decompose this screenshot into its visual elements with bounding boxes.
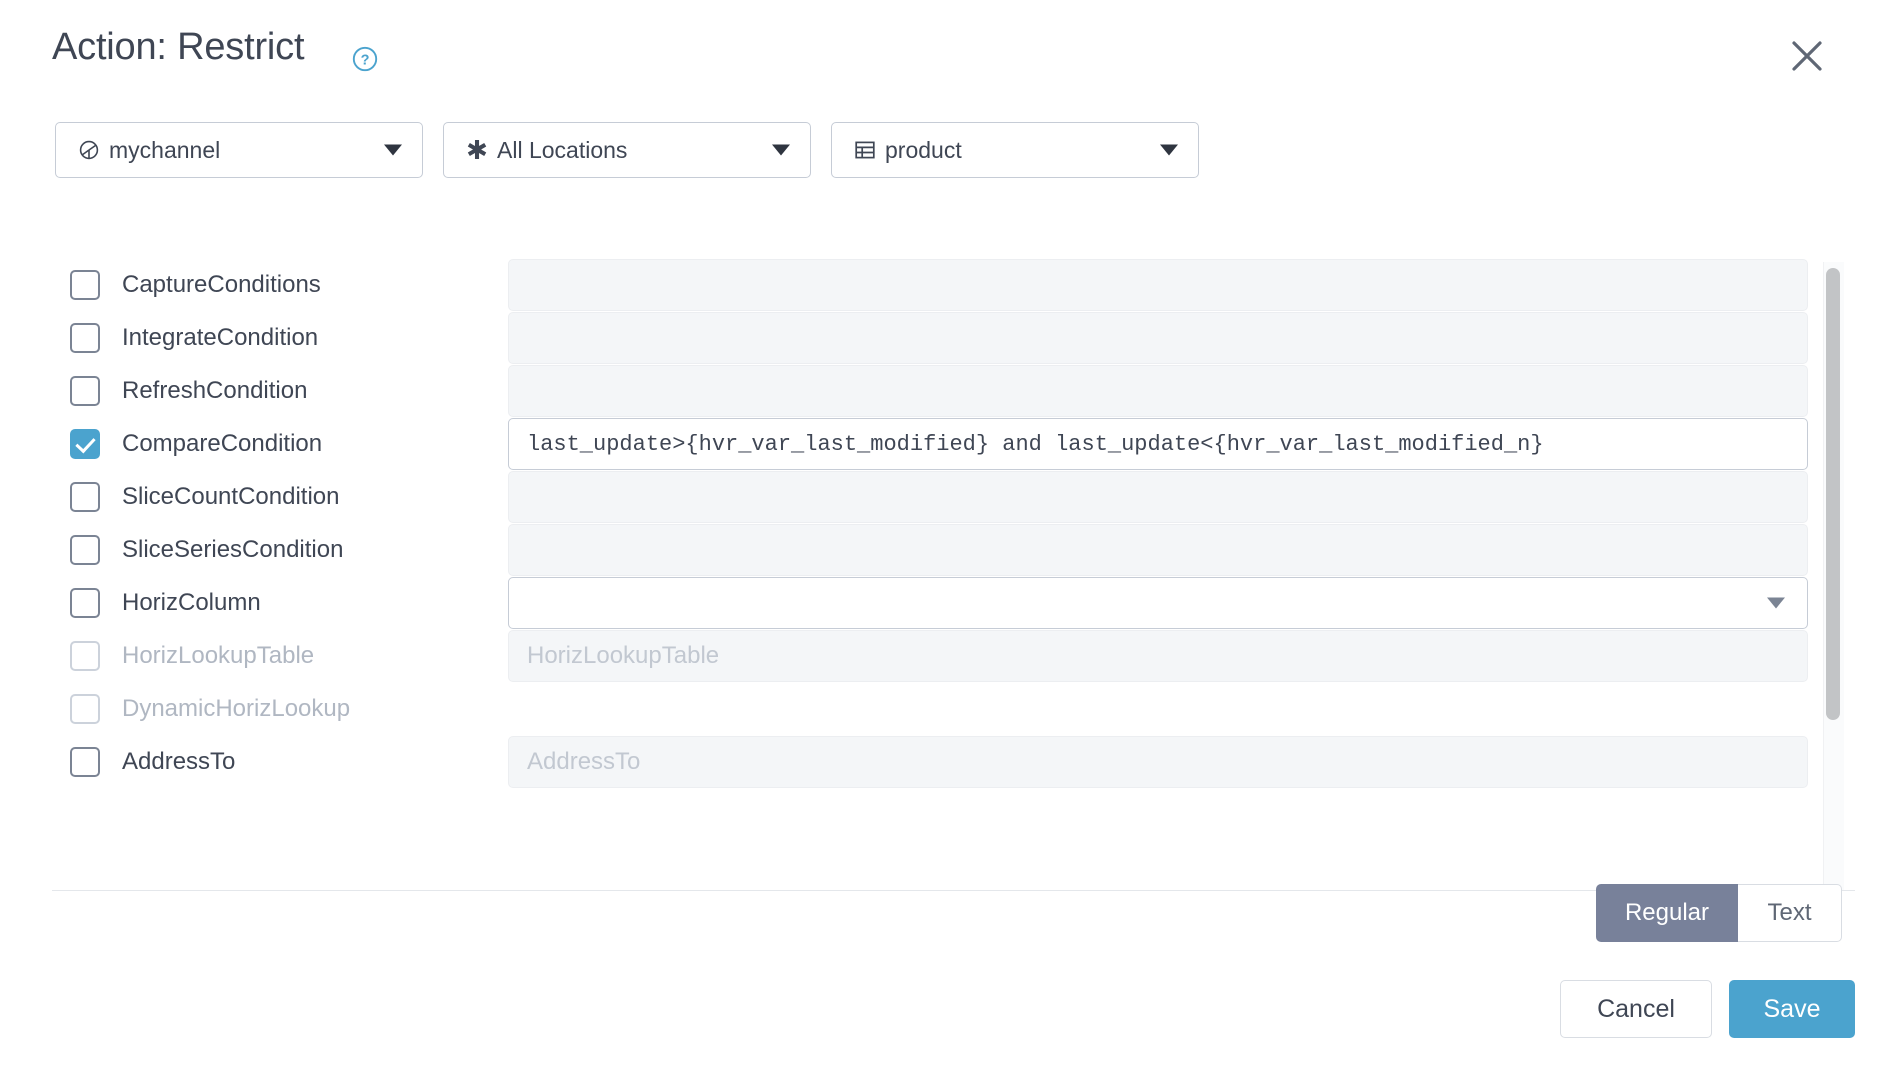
checkbox-RefreshCondition[interactable] — [70, 376, 100, 406]
checkbox-HorizColumn[interactable] — [70, 588, 100, 618]
channel-icon — [78, 139, 100, 161]
parameter-label: IntegrateCondition — [122, 324, 318, 352]
parameter-label: AddressTo — [122, 748, 235, 776]
parameter-row: SliceSeriesCondition — [0, 523, 1904, 577]
checkbox-SliceSeriesCondition[interactable] — [70, 535, 100, 565]
checkbox-SliceCountCondition[interactable] — [70, 482, 100, 512]
page-title: Action: Restrict — [52, 26, 304, 69]
parameter-label: CaptureConditions — [122, 271, 321, 299]
chevron-down-icon — [772, 145, 790, 156]
parameter-input-AddressTo[interactable]: AddressTo — [508, 736, 1808, 788]
table-icon — [854, 139, 876, 161]
parameter-input-placeholder: AddressTo — [527, 748, 640, 776]
chevron-down-icon — [384, 145, 402, 156]
parameter-label: HorizLookupTable — [122, 642, 314, 670]
checkbox-CaptureCondition[interactable] — [70, 270, 100, 300]
mode-toggle: Regular Text — [1596, 884, 1842, 942]
parameter-list-scrollbar-thumb[interactable] — [1826, 268, 1840, 720]
checkbox-IntegrateCondition[interactable] — [70, 323, 100, 353]
mode-text-button[interactable]: Text — [1738, 884, 1842, 942]
checkbox-HorizLookupTable — [70, 641, 100, 671]
cancel-button[interactable]: Cancel — [1560, 980, 1712, 1038]
parameter-input-value: last_update>{hvr_var_last_modified} and … — [527, 432, 1544, 457]
parameter-row: HorizLookupTable HorizLookupTable — [0, 629, 1904, 683]
chevron-down-icon — [1767, 598, 1785, 609]
channel-selector[interactable]: mychannel — [55, 122, 423, 178]
parameter-input-SliceSeriesCondition[interactable] — [508, 524, 1808, 576]
table-selector[interactable]: product — [831, 122, 1199, 178]
parameter-input-placeholder: HorizLookupTable — [527, 642, 719, 670]
dialog-header: Action: Restrict ? — [0, 0, 1904, 96]
parameter-label: CompareCondition — [122, 430, 322, 458]
channel-selector-value: mychannel — [109, 137, 220, 164]
parameter-label: HorizColumn — [122, 589, 261, 617]
parameter-input-RefreshCondition[interactable] — [508, 365, 1808, 417]
parameter-row: CaptureConditions — [0, 258, 1904, 312]
location-selector[interactable]: ✱ All Locations — [443, 122, 811, 178]
parameter-label: SliceCountCondition — [122, 483, 339, 511]
parameter-input-IntegrateCondition[interactable] — [508, 312, 1808, 364]
footer-divider — [52, 890, 1855, 891]
mode-regular-button[interactable]: Regular — [1596, 884, 1738, 942]
parameter-input-HorizColumn[interactable] — [508, 577, 1808, 629]
checkbox-AddressTo[interactable] — [70, 747, 100, 777]
help-circle-icon[interactable]: ? — [352, 46, 378, 72]
parameter-input-CaptureCondition[interactable] — [508, 259, 1808, 311]
table-selector-value: product — [885, 137, 962, 164]
parameter-row: HorizColumn — [0, 576, 1904, 630]
parameter-list: CaptureConditions IntegrateCondition Refre… — [0, 258, 1904, 890]
checkbox-DynamicHorizLookup — [70, 694, 100, 724]
parameter-row: AddressTo AddressTo — [0, 735, 1904, 789]
parameter-row: SliceCountCondition — [0, 470, 1904, 524]
parameter-input-HorizLookupTable: HorizLookupTable — [508, 630, 1808, 682]
parameter-label: RefreshCondition — [122, 377, 307, 405]
parameter-input-CompareCondition[interactable]: last_update>{hvr_var_last_modified} and … — [508, 418, 1808, 470]
chevron-down-icon — [1160, 145, 1178, 156]
parameter-label: SliceSeriesCondition — [122, 536, 343, 564]
checkbox-CompareCondition[interactable] — [70, 429, 100, 459]
parameter-row: RefreshCondition — [0, 364, 1904, 418]
close-icon[interactable] — [1789, 38, 1825, 74]
location-selector-value: All Locations — [497, 137, 627, 164]
save-button[interactable]: Save — [1729, 980, 1855, 1038]
parameter-label: DynamicHorizLookup — [122, 695, 350, 723]
parameter-row: DynamicHorizLookup — [0, 682, 1904, 736]
parameter-input-SliceCountCondition[interactable] — [508, 471, 1808, 523]
parameter-row: IntegrateCondition — [0, 311, 1904, 365]
parameter-row: CompareCondition last_update>{hvr_var_las… — [0, 417, 1904, 471]
svg-text:?: ? — [361, 52, 370, 68]
scope-selector-row: mychannel ✱ All Locations product — [0, 122, 1904, 184]
asterisk-icon: ✱ — [466, 139, 488, 161]
